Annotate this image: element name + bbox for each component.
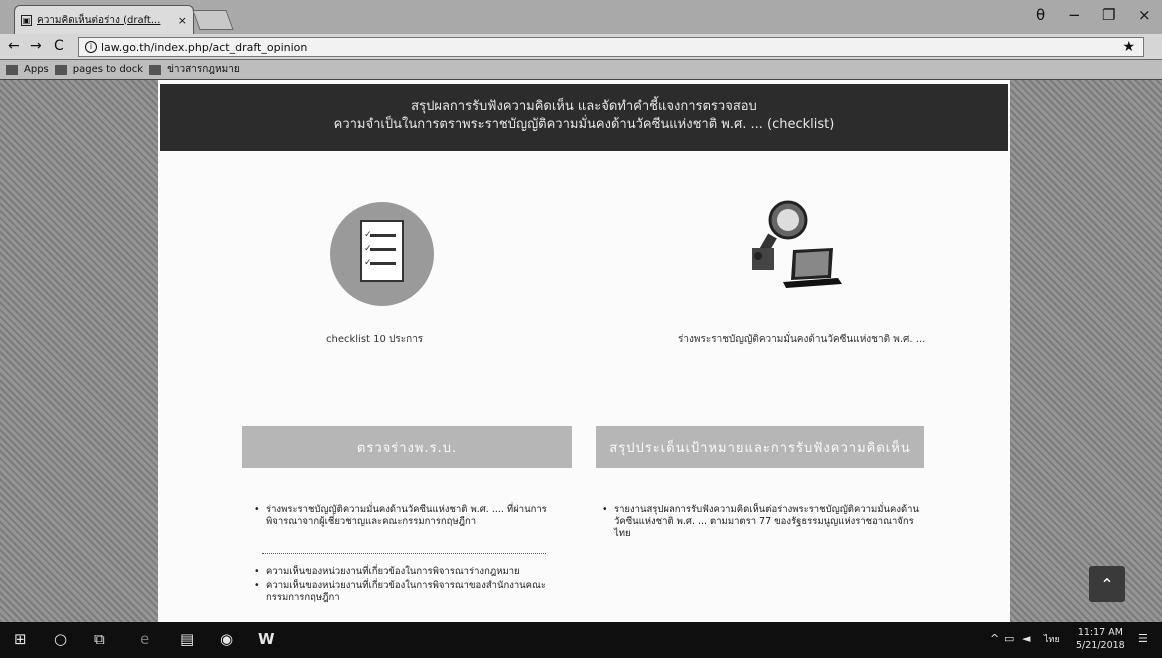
bookmark-star-icon[interactable]: ★: [1122, 39, 1135, 55]
bookmark-item[interactable]: ข่าวสารกฎหมาย: [167, 62, 240, 77]
site-info-icon[interactable]: i: [85, 41, 97, 53]
edge-icon[interactable]: e: [140, 630, 149, 648]
draft-act-card-label[interactable]: ร่างพระราชบัญญัติความมั่นคงด้านวัคซีนแห่…: [678, 332, 925, 347]
magnifier-laptop-icon[interactable]: [738, 190, 848, 300]
reload-button[interactable]: C: [54, 38, 64, 54]
show-hidden-icons-icon[interactable]: ^: [990, 632, 999, 645]
system-clock[interactable]: 11:17 AM 5/21/2018: [1076, 626, 1125, 652]
scroll-to-top-button[interactable]: ⌃: [1089, 566, 1125, 602]
summary-opinion-button[interactable]: สรุปประเด็นเป้าหมายและการรับฟังความคิดเห…: [596, 426, 924, 468]
word-icon[interactable]: W: [258, 630, 275, 648]
main-content: สรุปผลการรับฟังความคิดเห็น และจัดทำคำชี้…: [158, 80, 1010, 622]
chrome-icon[interactable]: ◉: [220, 630, 233, 648]
list-item[interactable]: ร่างพระราชบัญญัติความมั่นคงด้านวัคซีนแห่…: [254, 504, 554, 528]
minimize-button[interactable]: −: [1068, 6, 1081, 24]
list-item[interactable]: ความเห็นของหน่วยงานที่เกี่ยวข้องในการพิจ…: [254, 566, 554, 578]
list-item[interactable]: ความเห็นของหน่วยงานที่เกี่ยวข้องในการพิจ…: [254, 580, 554, 604]
review-draft-button[interactable]: ตรวจร่างพ.ร.บ.: [242, 426, 572, 468]
bookmarks-bar: Apps pages to dock ข่าวสารกฎหมาย: [0, 60, 1162, 80]
left-bullet-list-top: ร่างพระราชบัญญัติความมั่นคงด้านวัคซีนแห่…: [254, 504, 554, 530]
bullet-link[interactable]: ร่างพระราชบัญญัติความมั่นคงด้านวัคซีนแห่…: [266, 504, 547, 527]
banner-title-line2: ความจำเป็นในการตราพระราชบัญญัติความมั่นค…: [333, 117, 835, 132]
chevron-up-icon: ⌃: [1100, 574, 1114, 594]
bookmark-item[interactable]: Apps: [24, 64, 49, 75]
notifications-icon[interactable]: ☰: [1138, 632, 1148, 645]
windows-taskbar: ⊞ ○ ⧉ e ▤ ◉ W ^ ▭ ◄ ไทย 11:17 AM 5/21/20…: [0, 622, 1162, 658]
banner-title-line1: สรุปผลการรับฟังความคิดเห็น และจัดทำคำชี้…: [411, 99, 757, 114]
file-explorer-icon[interactable]: ▤: [180, 630, 194, 648]
bookmark-item[interactable]: pages to dock: [73, 64, 143, 75]
network-icon[interactable]: ▭: [1004, 632, 1014, 645]
bullet-link[interactable]: รายงานสรุปผลการรับฟังความคิดเห็นต่อร่างพ…: [614, 504, 919, 539]
browser-titlebar: ▣ ความคิดเห็นต่อร่าง (draft... × θ − ❐ ×: [0, 0, 1162, 34]
windows-start-icon[interactable]: ⊞: [14, 630, 27, 648]
restore-button[interactable]: ❐: [1102, 6, 1115, 24]
page-banner: สรุปผลการรับฟังความคิดเห็น และจัดทำคำชี้…: [160, 84, 1008, 151]
tab-title: ความคิดเห็นต่อร่าง (draft...: [37, 14, 161, 26]
back-button[interactable]: ←: [8, 38, 20, 54]
browser-toolbar: ← → C i law.go.th/index.php/act_draft_op…: [0, 34, 1162, 60]
page-viewport: สรุปผลการรับฟังความคิดเห็น และจัดทำคำชี้…: [0, 80, 1162, 622]
page-favicon-icon: ▣: [21, 14, 32, 26]
task-view-icon[interactable]: ⧉: [94, 630, 105, 648]
account-icon[interactable]: θ: [1036, 6, 1045, 24]
folder-icon: [149, 64, 162, 75]
volume-icon[interactable]: ◄: [1022, 632, 1030, 645]
right-bullet-list: รายงานสรุปผลการรับฟังความคิดเห็นต่อร่างพ…: [602, 504, 922, 542]
divider: [262, 553, 546, 554]
checklist-icon[interactable]: ✓ ✓ ✓: [330, 202, 434, 306]
folder-icon: [54, 64, 67, 75]
bullet-link[interactable]: ความเห็นของหน่วยงานที่เกี่ยวข้องในการพิจ…: [266, 566, 520, 577]
bullet-link[interactable]: ความเห็นของหน่วยงานที่เกี่ยวข้องในการพิจ…: [266, 580, 546, 603]
clock-date: 5/21/2018: [1076, 640, 1125, 651]
new-tab-button[interactable]: [192, 10, 234, 30]
clock-time: 11:17 AM: [1077, 627, 1123, 638]
forward-button[interactable]: →: [30, 38, 42, 54]
list-item[interactable]: รายงานสรุปผลการรับฟังความคิดเห็นต่อร่างพ…: [602, 504, 922, 540]
address-bar[interactable]: i law.go.th/index.php/act_draft_opinion …: [78, 37, 1144, 57]
apps-icon[interactable]: [6, 64, 18, 75]
tab-close-icon[interactable]: ×: [178, 14, 187, 27]
search-icon[interactable]: ○: [54, 630, 67, 648]
language-indicator[interactable]: ไทย: [1044, 632, 1060, 646]
left-bullet-list-bottom: ความเห็นของหน่วยงานที่เกี่ยวข้องในการพิจ…: [254, 566, 554, 606]
browser-tab[interactable]: ▣ ความคิดเห็นต่อร่าง (draft... ×: [14, 5, 194, 34]
url-text: law.go.th/index.php/act_draft_opinion: [101, 40, 308, 54]
close-window-button[interactable]: ×: [1138, 6, 1151, 24]
checklist-card-label[interactable]: checklist 10 ประการ: [326, 332, 423, 347]
